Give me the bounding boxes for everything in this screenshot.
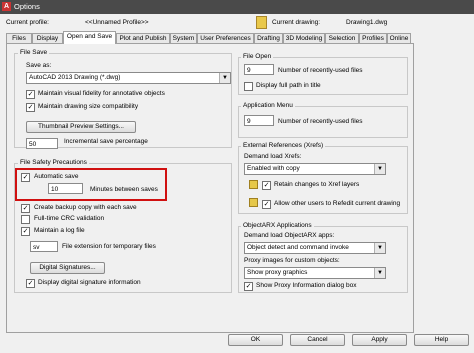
demand-load-xrefs-select[interactable]: Enabled with copy ▼ bbox=[244, 163, 386, 175]
demand-load-xrefs-label: Demand load Xrefs: bbox=[244, 153, 302, 160]
temp-extension-label: File extension for temporary files bbox=[62, 243, 156, 250]
cancel-button[interactable]: Cancel bbox=[290, 334, 345, 346]
maintain-drawing-size-checkbox[interactable]: ✓ bbox=[26, 103, 35, 112]
chevron-down-icon: ▼ bbox=[374, 268, 385, 278]
tab-display[interactable]: Display bbox=[32, 33, 63, 43]
display-full-path-checkbox[interactable] bbox=[244, 82, 253, 91]
thumbnail-preview-settings-button[interactable]: Thumbnail Preview Settings... bbox=[26, 121, 136, 133]
maintain-log-checkbox[interactable]: ✓ bbox=[21, 227, 30, 236]
options-dialog: A Options Current profile: <<Unnamed Pro… bbox=[0, 0, 474, 353]
current-profile-label: Current profile: bbox=[6, 19, 49, 26]
chevron-down-icon: ▼ bbox=[374, 243, 385, 253]
tab-online[interactable]: Online bbox=[387, 33, 411, 43]
drawing-icon bbox=[256, 16, 267, 29]
incremental-save-input[interactable]: 50 bbox=[26, 138, 58, 149]
application-menu-title: Application Menu bbox=[241, 102, 295, 109]
chevron-down-icon: ▼ bbox=[219, 73, 230, 83]
display-full-path-label: Display full path in title bbox=[256, 82, 321, 89]
apply-button[interactable]: Apply bbox=[352, 334, 407, 346]
tab-user-preferences[interactable]: User Preferences bbox=[197, 33, 254, 43]
chevron-down-icon: ▼ bbox=[374, 164, 385, 174]
demand-load-arx-select[interactable]: Object detect and command invoke ▼ bbox=[244, 242, 386, 254]
window-title: Options bbox=[14, 2, 40, 11]
file-open-recent-label: Number of recently-used files bbox=[278, 67, 363, 74]
current-profile-value: <<Unnamed Profile>> bbox=[85, 19, 149, 26]
display-signature-info-checkbox[interactable]: ✓ bbox=[26, 279, 35, 288]
proxy-images-value: Show proxy graphics bbox=[247, 269, 308, 276]
allow-other-users-checkbox[interactable]: ✓ bbox=[262, 200, 271, 209]
incremental-save-label: Incremental save percentage bbox=[64, 138, 148, 145]
file-open-group bbox=[238, 57, 408, 95]
current-drawing-label: Current drawing: bbox=[272, 19, 321, 26]
maintain-visual-fidelity-label: Maintain visual fidelity for annotative … bbox=[38, 90, 165, 97]
allow-other-users-label: Allow other users to Refedit current dra… bbox=[274, 200, 401, 207]
crc-validation-checkbox[interactable] bbox=[21, 215, 30, 224]
retain-changes-checkbox[interactable]: ✓ bbox=[262, 181, 271, 190]
tab-profiles[interactable]: Profiles bbox=[359, 33, 387, 43]
proxy-images-select[interactable]: Show proxy graphics ▼ bbox=[244, 267, 386, 279]
file-open-recent-input[interactable]: 9 bbox=[244, 64, 274, 75]
xrefs-title: External References (Xrefs) bbox=[241, 142, 326, 149]
app-menu-recent-input[interactable]: 9 bbox=[244, 115, 274, 126]
current-drawing-value: Drawing1.dwg bbox=[346, 19, 388, 26]
ok-button[interactable]: OK bbox=[228, 334, 283, 346]
help-button[interactable]: Help bbox=[414, 334, 469, 346]
save-as-value: AutoCAD 2013 Drawing (*.dwg) bbox=[29, 74, 121, 81]
show-proxy-dialog-label: Show Proxy Information dialog box bbox=[256, 282, 357, 289]
save-as-label: Save as: bbox=[26, 62, 52, 69]
demand-load-xrefs-value: Enabled with copy bbox=[247, 165, 300, 172]
maintain-drawing-size-label: Maintain drawing size compatibility bbox=[38, 103, 139, 110]
tab-plot-and-publish[interactable]: Plot and Publish bbox=[116, 33, 170, 43]
digital-signatures-button[interactable]: Digital Signatures... bbox=[30, 262, 105, 274]
tab-open-and-save[interactable]: Open and Save bbox=[63, 31, 116, 44]
create-backup-checkbox[interactable]: ✓ bbox=[21, 204, 30, 213]
title-bar: A Options bbox=[0, 0, 474, 14]
tab-system[interactable]: System bbox=[170, 33, 197, 43]
file-save-title: File Save bbox=[18, 49, 50, 56]
maintain-visual-fidelity-checkbox[interactable]: ✓ bbox=[26, 90, 35, 99]
tab-drafting[interactable]: Drafting bbox=[254, 33, 283, 43]
tab-selection[interactable]: Selection bbox=[325, 33, 359, 43]
autocad-icon: A bbox=[2, 2, 11, 11]
highlight-box bbox=[15, 168, 167, 201]
xref-icon bbox=[249, 180, 258, 189]
file-safety-title: File Safety Precautions bbox=[18, 159, 89, 166]
app-menu-recent-label: Number of recently-used files bbox=[278, 118, 363, 125]
display-signature-info-label: Display digital signature information bbox=[38, 279, 141, 286]
crc-validation-label: Full-time CRC validation bbox=[34, 215, 105, 222]
show-proxy-dialog-checkbox[interactable]: ✓ bbox=[244, 282, 253, 291]
retain-changes-label: Retain changes to Xref layers bbox=[274, 181, 360, 188]
save-as-select[interactable]: AutoCAD 2013 Drawing (*.dwg) ▼ bbox=[26, 72, 231, 84]
temp-extension-input[interactable]: sv bbox=[30, 241, 58, 252]
maintain-log-label: Maintain a log file bbox=[34, 227, 85, 234]
proxy-images-label: Proxy images for custom objects: bbox=[244, 257, 340, 264]
xref-icon bbox=[249, 198, 258, 207]
file-open-title: File Open bbox=[241, 53, 274, 60]
objectarx-title: ObjectARX Applications bbox=[241, 222, 314, 229]
demand-load-arx-label: Demand load ObjectARX apps: bbox=[244, 232, 335, 239]
demand-load-arx-value: Object detect and command invoke bbox=[247, 244, 349, 251]
tab-files[interactable]: Files bbox=[6, 33, 32, 43]
tab-3d-modeling[interactable]: 3D Modeling bbox=[283, 33, 325, 43]
create-backup-label: Create backup copy with each save bbox=[34, 204, 137, 211]
